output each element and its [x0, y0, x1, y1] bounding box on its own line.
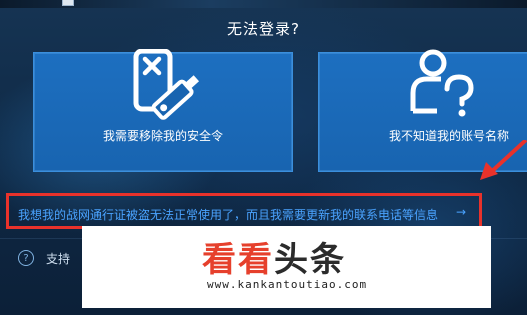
support-link[interactable]: ? 支持: [18, 248, 70, 268]
watermark-url: www.kankantoutiao.com: [207, 278, 368, 291]
watermark-brand-part2: 头条: [274, 240, 346, 280]
support-label: 支持: [46, 251, 71, 266]
link-arrow-icon[interactable]: →: [456, 205, 466, 219]
watermark-brand: 看看头条: [202, 232, 346, 281]
login-help-dialog: 无法登录? 我需要移除我的安全令 我不知道我的账号名称 我想我的战网通行证被盗无…: [0, 0, 527, 315]
authenticator-remove-icon: [133, 49, 200, 120]
watermark-logo: 看看头条 www.kankantoutiao.com: [82, 226, 491, 308]
window-control-icon[interactable]: [62, 0, 74, 6]
window-top-strip: [0, 0, 527, 8]
help-icon: ?: [18, 250, 34, 266]
remove-authenticator-option[interactable]: 我需要移除我的安全令: [33, 49, 293, 172]
dialog-title: 无法登录?: [227, 20, 300, 38]
option-label: 我需要移除我的安全令: [102, 129, 223, 143]
account-compromised-link[interactable]: 我想我的战网通行证被盗无法正常使用了，而且我需要更新我的联系电话等信息: [18, 206, 438, 223]
annotation-arrow-icon: [480, 140, 527, 180]
watermark-brand-part1: 看看: [202, 240, 274, 280]
unknown-account-icon: [410, 49, 474, 117]
